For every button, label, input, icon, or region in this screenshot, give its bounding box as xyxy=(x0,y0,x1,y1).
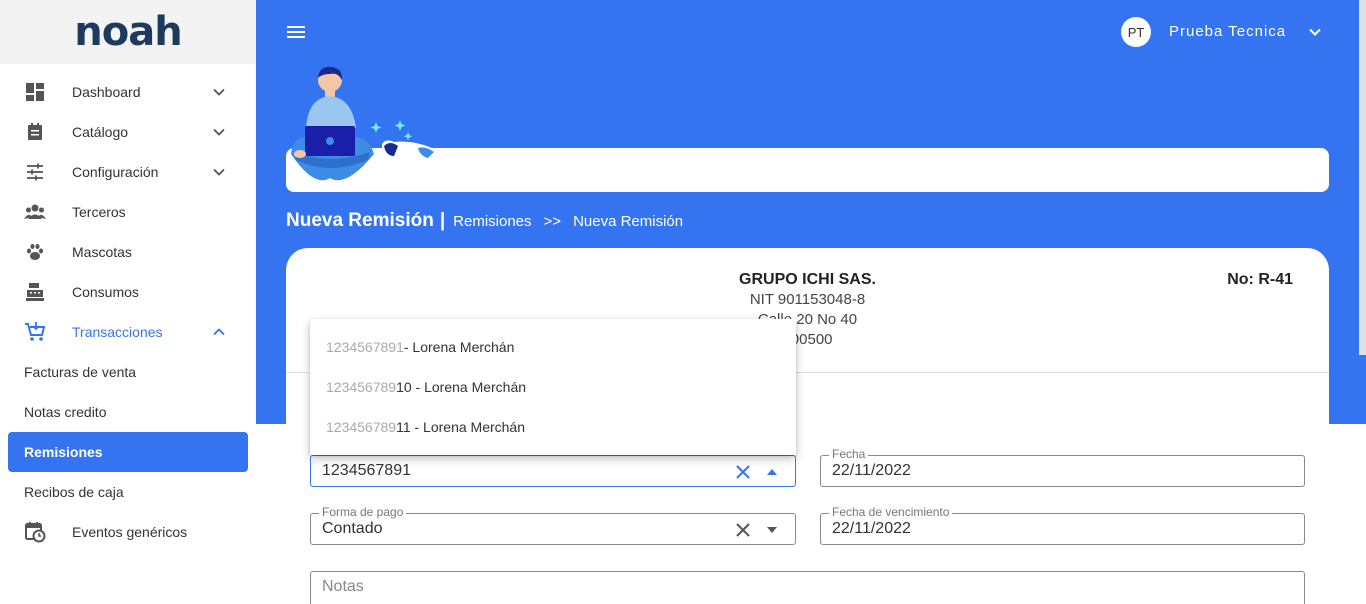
caret-down-icon[interactable] xyxy=(767,526,777,534)
fecha-vencimiento-label: Fecha de vencimiento xyxy=(829,505,953,519)
sidebar-item-mascotas[interactable]: Mascotas xyxy=(0,232,256,272)
sidebar-item-eventos-genericos[interactable]: Eventos genéricos xyxy=(0,512,256,552)
sidebar-item-transacciones[interactable]: Transacciones xyxy=(0,312,256,352)
breadcrumb-current: Nueva Remisión xyxy=(573,213,684,230)
forma-de-pago-value[interactable]: Contado xyxy=(322,520,383,538)
clear-icon[interactable] xyxy=(735,522,751,538)
document-number: No: R-41 xyxy=(1227,271,1293,288)
sidebar-subitem-recibos-de-caja[interactable]: Recibos de caja xyxy=(0,472,256,512)
option-rest-text: 10 - Lorena Merchán xyxy=(396,379,527,395)
forma-de-pago-select[interactable]: Forma de pago Contado xyxy=(310,505,796,545)
fecha-label: Fecha xyxy=(829,447,869,461)
sidebar-item-label: Consumos xyxy=(72,284,139,300)
people-icon xyxy=(24,202,46,222)
breadcrumb-arrow: >> xyxy=(543,213,562,230)
option-match-text: 1234567891 xyxy=(326,339,404,355)
sidebar-item-label: Transacciones xyxy=(72,324,163,340)
notas-placeholder[interactable]: Notas xyxy=(322,578,364,596)
clear-icon[interactable] xyxy=(735,464,751,480)
sidebar-item-consumos[interactable]: Consumos xyxy=(0,272,256,312)
avatar[interactable]: PT xyxy=(1121,17,1151,47)
cash-register-icon xyxy=(24,282,46,302)
sidebar-subitem-notas-credito[interactable]: Notas credito xyxy=(0,392,256,432)
sliders-icon xyxy=(24,162,46,182)
cart-icon xyxy=(24,322,46,342)
sidebar-item-label: Terceros xyxy=(72,204,126,220)
company-name: GRUPO ICHI SAS. xyxy=(739,271,876,288)
top-bar: PT Prueba Tecnica xyxy=(256,0,1366,64)
username[interactable]: Prueba Tecnica xyxy=(1169,23,1286,40)
chevron-down-icon[interactable] xyxy=(212,165,226,179)
fecha-input[interactable]: 22/11/2022 xyxy=(832,462,911,480)
client-autocomplete-field[interactable]: 1234567891 xyxy=(310,455,796,487)
menu-icon[interactable] xyxy=(287,26,305,40)
logo-area: noah xyxy=(0,0,256,64)
option-rest-text: - Lorena Merchán xyxy=(403,339,515,355)
dropdown-option[interactable]: 123456789 10 - Lorena Merchán xyxy=(310,367,796,407)
company-nit: NIT 901153048-8 xyxy=(749,291,866,308)
breadcrumb-link-remisiones[interactable]: Remisiones xyxy=(453,213,531,230)
sidebar: noah Dashboard Catálogo Configuración Te… xyxy=(0,0,256,604)
sidebar-nav: Dashboard Catálogo Configuración Tercero… xyxy=(0,64,256,552)
sidebar-subitem-facturas-de-venta[interactable]: Facturas de venta xyxy=(0,352,256,392)
calendar-clock-icon xyxy=(24,522,46,543)
breadcrumb: Nueva Remisión | Remisiones >> Nueva Rem… xyxy=(286,210,683,232)
option-match-text: 123456789 xyxy=(326,379,397,395)
catalog-icon xyxy=(24,122,46,142)
chevron-down-icon[interactable] xyxy=(212,125,226,139)
caret-up-icon[interactable] xyxy=(767,468,777,476)
sidebar-item-configuracion[interactable]: Configuración xyxy=(0,152,256,192)
chevron-down-icon[interactable] xyxy=(1308,25,1322,39)
client-autocomplete-dropdown: 1234567891 - Lorena Merchán 123456789 10 … xyxy=(310,319,796,455)
forma-de-pago-label: Forma de pago xyxy=(319,505,407,519)
fecha-field[interactable]: Fecha 22/11/2022 xyxy=(820,447,1305,487)
client-input[interactable]: 1234567891 xyxy=(322,462,411,480)
page-title: Nueva Remisión xyxy=(286,210,434,231)
paw-icon xyxy=(24,242,46,262)
app-root: noah Dashboard Catálogo Configuración Te… xyxy=(0,0,1366,604)
person-with-laptop-illustration xyxy=(291,66,454,181)
option-match-text: 123456789 xyxy=(326,419,397,435)
fecha-vencimiento-input[interactable]: 22/11/2022 xyxy=(832,520,911,538)
chevron-up-icon[interactable] xyxy=(212,325,226,339)
breadcrumb-separator: | xyxy=(439,210,446,231)
notas-field[interactable]: Notas xyxy=(310,571,1305,604)
sidebar-item-label: Eventos genéricos xyxy=(72,524,188,540)
dropdown-option[interactable]: 123456789 11 - Lorena Merchán xyxy=(310,407,796,447)
scrollbar[interactable] xyxy=(1359,0,1366,355)
sidebar-item-label: Configuración xyxy=(72,164,159,180)
main-content: PT Prueba Tecnica Nueva Remisión | Remis… xyxy=(256,0,1366,604)
dashboard-icon xyxy=(24,82,46,102)
sidebar-item-label: Mascotas xyxy=(72,244,132,260)
chevron-down-icon[interactable] xyxy=(212,85,226,99)
dropdown-option[interactable]: 1234567891 - Lorena Merchán xyxy=(310,327,796,367)
option-rest-text: 11 - Lorena Merchán xyxy=(396,419,526,435)
sidebar-item-dashboard[interactable]: Dashboard xyxy=(0,72,256,112)
sidebar-subitem-remisiones[interactable]: Remisiones xyxy=(8,432,248,472)
sidebar-item-label: Dashboard xyxy=(72,84,141,100)
sidebar-item-terceros[interactable]: Terceros xyxy=(0,192,256,232)
fecha-vencimiento-field[interactable]: Fecha de vencimiento 22/11/2022 xyxy=(820,505,1305,545)
noah-logo[interactable]: noah xyxy=(74,12,182,52)
sidebar-item-label: Catálogo xyxy=(72,124,129,140)
sidebar-item-catalogo[interactable]: Catálogo xyxy=(0,112,256,152)
